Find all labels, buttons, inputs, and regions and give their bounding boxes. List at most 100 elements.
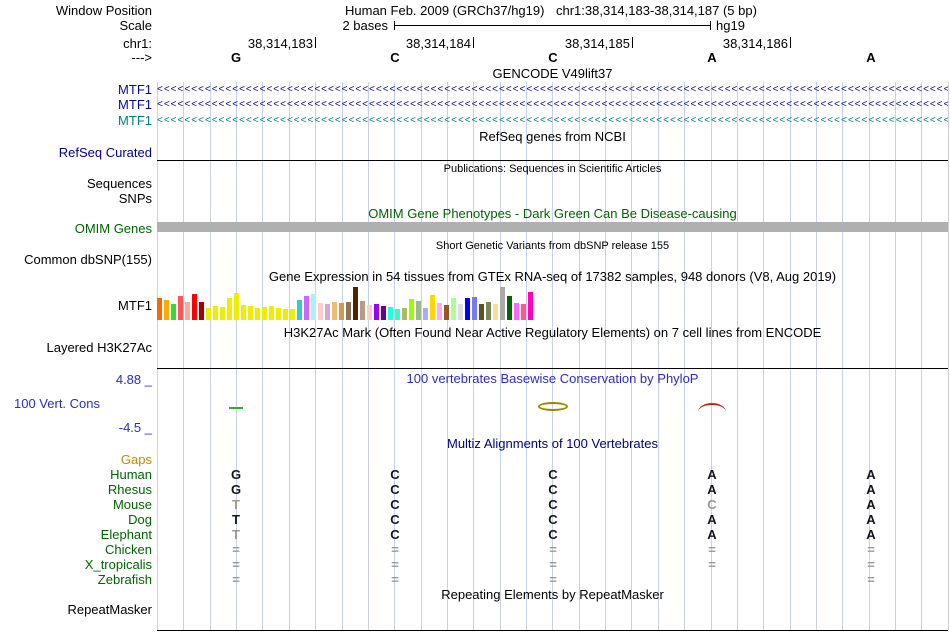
position-range: chr1:38,314,183-38,314,187 (5 bp): [556, 3, 757, 18]
gtex-bar[interactable]: [472, 297, 477, 320]
gtex-bar[interactable]: [283, 309, 288, 320]
species-label-mouse[interactable]: Mouse: [0, 497, 152, 512]
gene-label-mtf1-3[interactable]: MTF1: [0, 113, 152, 128]
species-label-rhesus[interactable]: Rhesus: [0, 482, 152, 497]
gene-line-mtf1-3[interactable]: <<<<<<<<<<<<<<<<<<<<<<<<<<<<<<<<<<<<<<<<…: [157, 114, 948, 127]
gtex-bar[interactable]: [451, 298, 456, 320]
gtex-bar[interactable]: [374, 304, 379, 320]
gtex-bar[interactable]: [458, 304, 463, 320]
gtex-bar[interactable]: [430, 295, 435, 320]
gtex-bar[interactable]: [164, 300, 169, 320]
gtex-bar[interactable]: [514, 303, 519, 320]
gtex-bar[interactable]: [437, 303, 442, 320]
gtex-bar[interactable]: [465, 298, 470, 320]
alignment-cell: C: [548, 497, 558, 512]
gtex-bar[interactable]: [360, 301, 365, 320]
gene-line-mtf1-1[interactable]: <<<<<<<<<<<<<<<<<<<<<<<<<<<<<<<<<<<<<<<<…: [157, 83, 948, 96]
repeatmasker-header[interactable]: Repeating Elements by RepeatMasker: [157, 588, 948, 602]
alignment-cell: A: [866, 512, 876, 527]
gtex-bar[interactable]: [325, 304, 330, 320]
species-label-human[interactable]: Human: [0, 467, 152, 482]
dbsnp-header[interactable]: Short Genetic Variants from dbSNP releas…: [157, 239, 948, 253]
alignment-cell: A: [866, 467, 876, 482]
gtex-bar[interactable]: [248, 306, 253, 320]
gtex-header[interactable]: Gene Expression in 54 tissues from GTEx …: [157, 270, 948, 284]
coordinate-label: 38,314,184: [405, 36, 471, 51]
gtex-bar[interactable]: [220, 307, 225, 320]
species-label-dog[interactable]: Dog: [0, 512, 152, 527]
gtex-bar[interactable]: [416, 301, 421, 320]
gtex-bar[interactable]: [500, 287, 505, 320]
refseq-header[interactable]: RefSeq genes from NCBI: [157, 130, 948, 144]
gtex-bar[interactable]: [262, 307, 267, 320]
gtex-bar[interactable]: [479, 304, 484, 320]
h3k27ac-header[interactable]: H3K27Ac Mark (Often Found Near Active Re…: [157, 326, 948, 340]
track-label-gaps[interactable]: Gaps: [0, 452, 152, 467]
track-label-sequences[interactable]: Sequences: [0, 176, 152, 191]
gtex-bar[interactable]: [290, 309, 295, 320]
gtex-bar[interactable]: [192, 294, 197, 320]
gtex-bar[interactable]: [521, 304, 526, 320]
gtex-bar[interactable]: [444, 305, 449, 320]
gtex-bar[interactable]: [178, 296, 183, 320]
gtex-bar[interactable]: [206, 308, 211, 320]
omim-header[interactable]: OMIM Gene Phenotypes - Dark Green Can Be…: [157, 207, 948, 221]
alignment-cell: C: [390, 497, 400, 512]
gtex-bar[interactable]: [367, 305, 372, 320]
gtex-bar[interactable]: [332, 302, 337, 320]
coordinate-tick: [315, 37, 316, 48]
track-label-omim-genes[interactable]: OMIM Genes: [0, 221, 152, 236]
track-label-snps[interactable]: SNPs: [0, 191, 152, 206]
gtex-bar[interactable]: [199, 302, 204, 320]
gtex-bar[interactable]: [227, 298, 232, 320]
multiz-header[interactable]: Multiz Alignments of 100 Vertebrates: [157, 437, 948, 451]
gtex-bar[interactable]: [213, 306, 218, 320]
gtex-bar[interactable]: [346, 302, 351, 320]
gtex-bar[interactable]: [171, 304, 176, 320]
gtex-bar[interactable]: [402, 308, 407, 320]
coordinate-label: 38,314,183: [247, 36, 313, 51]
gtex-bar[interactable]: [381, 306, 386, 320]
publications-header[interactable]: Publications: Sequences in Scientific Ar…: [157, 162, 948, 176]
track-label-common-dbsnp[interactable]: Common dbSNP(155): [0, 252, 152, 267]
gtex-bar[interactable]: [269, 306, 274, 320]
gtex-bar[interactable]: [297, 300, 302, 320]
gtex-bar[interactable]: [318, 303, 323, 320]
track-label-repeatmasker[interactable]: RepeatMasker: [0, 602, 152, 617]
cons-header[interactable]: 100 vertebrates Basewise Conservation by…: [157, 372, 948, 386]
gtex-bar[interactable]: [311, 294, 316, 320]
gene-label-mtf1-1[interactable]: MTF1: [0, 82, 152, 97]
species-label-x_tropicalis[interactable]: X_tropicalis: [0, 557, 152, 572]
gtex-bar[interactable]: [353, 287, 358, 320]
gtex-bar[interactable]: [241, 305, 246, 320]
gencode-header[interactable]: GENCODE V49lift37: [157, 67, 948, 81]
gtex-bar[interactable]: [276, 308, 281, 320]
cons-min-value: -4.5 _: [118, 420, 152, 435]
species-label-zebrafish[interactable]: Zebrafish: [0, 572, 152, 587]
gtex-bar[interactable]: [507, 296, 512, 320]
track-label-refseq-curated[interactable]: RefSeq Curated: [0, 145, 152, 160]
gtex-bar[interactable]: [339, 303, 344, 320]
gtex-bar[interactable]: [255, 308, 260, 320]
gtex-bar[interactable]: [423, 308, 428, 320]
omim-gene-bar[interactable]: [157, 222, 948, 232]
gtex-bar[interactable]: [409, 299, 414, 320]
species-label-elephant[interactable]: Elephant: [0, 527, 152, 542]
gtex-bar[interactable]: [493, 304, 498, 320]
track-label-gtex-mtf1[interactable]: MTF1: [0, 298, 152, 313]
track-label-layered-h3k27ac[interactable]: Layered H3K27Ac: [0, 340, 152, 355]
gtex-bar[interactable]: [395, 309, 400, 320]
gtex-bar[interactable]: [304, 296, 309, 320]
gene-line-mtf1-2[interactable]: <<<<<<<<<<<<<<<<<<<<<<<<<<<<<<<<<<<<<<<<…: [157, 98, 948, 111]
gtex-bar[interactable]: [185, 302, 190, 320]
gtex-bar[interactable]: [388, 307, 393, 320]
gtex-bar[interactable]: [234, 293, 239, 320]
track-label-100-vert-cons[interactable]: 100 Vert. Cons: [14, 396, 100, 411]
gtex-bar[interactable]: [528, 292, 533, 320]
gene-label-mtf1-2[interactable]: MTF1: [0, 97, 152, 112]
cons-max-value: 4.88 _: [115, 372, 152, 387]
species-label-chicken[interactable]: Chicken: [0, 542, 152, 557]
gtex-bar[interactable]: [486, 302, 491, 320]
gtex-bar[interactable]: [157, 298, 162, 320]
alignment-cell: C: [548, 527, 558, 542]
